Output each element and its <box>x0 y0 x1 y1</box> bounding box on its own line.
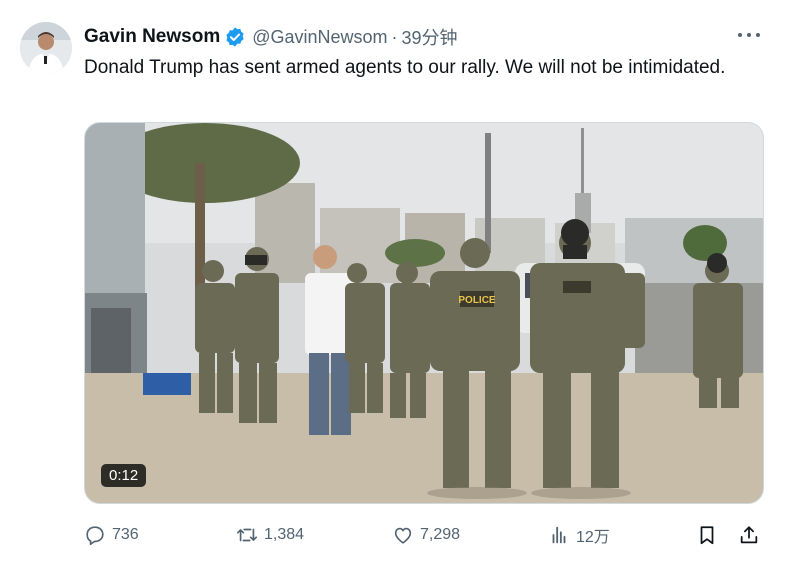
reply-count: 736 <box>112 526 139 543</box>
separator-dot: · <box>391 26 398 47</box>
like-count: 7,298 <box>420 526 461 543</box>
video-frame: POLICE <box>85 123 763 503</box>
tweet-card: Gavin Newsom @GavinNewsom · 39分钟 Donald … <box>0 0 800 564</box>
share-icon <box>740 526 758 544</box>
tweet-timestamp[interactable]: 39分钟 <box>402 24 458 50</box>
views-icon <box>552 526 566 544</box>
verified-badge-icon[interactable] <box>224 26 246 48</box>
retweet-button[interactable]: 1,384 <box>236 520 304 550</box>
tweet-header: Gavin Newsom @GavinNewsom · 39分钟 <box>84 24 458 50</box>
views-count: 12万 <box>576 529 610 546</box>
author-handle[interactable]: @GavinNewsom <box>252 27 387 48</box>
action-bar: 736 1,384 7,298 12万 <box>84 520 764 550</box>
avatar[interactable] <box>20 22 72 74</box>
police-patch-text: POLICE <box>458 295 496 306</box>
retweet-icon <box>237 528 257 542</box>
like-icon <box>394 527 412 544</box>
reply-button[interactable]: 736 <box>84 520 139 550</box>
author-display-name[interactable]: Gavin Newsom <box>84 26 220 48</box>
like-button[interactable]: 7,298 <box>392 520 460 550</box>
retweet-count: 1,384 <box>264 526 305 543</box>
share-button[interactable] <box>738 520 760 550</box>
bookmark-button[interactable] <box>696 520 718 550</box>
video-duration: 0:12 <box>101 464 147 487</box>
bookmark-icon <box>700 526 714 545</box>
more-icon[interactable] <box>738 30 760 40</box>
tweet-text: Donald Trump has sent armed agents to ou… <box>84 57 726 78</box>
video-player[interactable]: POLICE 0:12 <box>84 122 764 504</box>
views-button[interactable]: 12万 <box>548 520 610 550</box>
reply-icon <box>86 526 104 546</box>
